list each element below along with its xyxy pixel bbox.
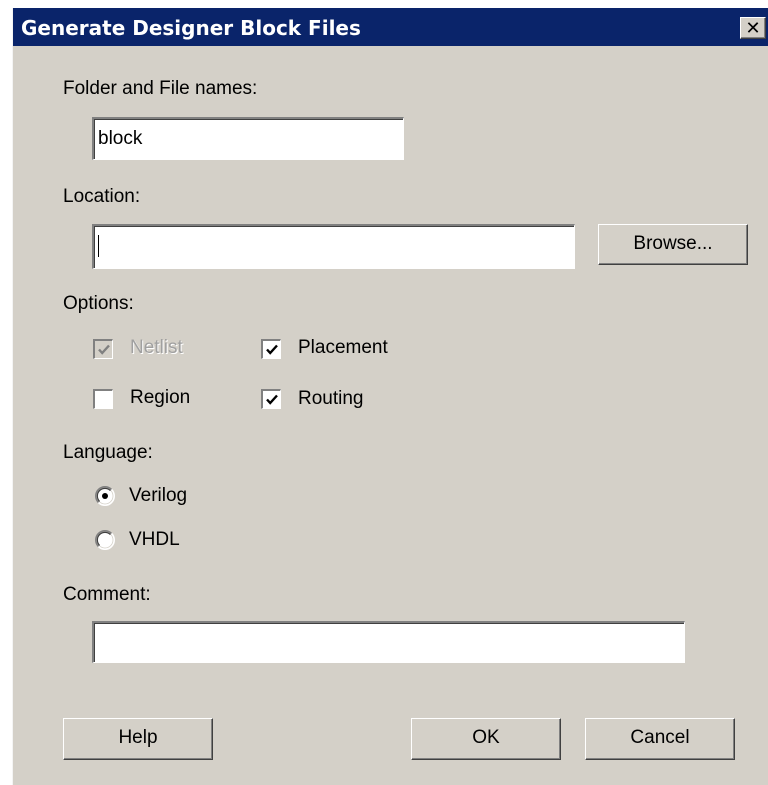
location-input[interactable] (92, 224, 575, 269)
location-label: Location: (63, 186, 141, 207)
radio-dot-icon (102, 493, 108, 499)
region-label[interactable]: Region (130, 387, 190, 409)
close-button[interactable]: ✕ (740, 17, 766, 39)
cancel-button[interactable]: Cancel (585, 718, 735, 760)
vhdl-radio[interactable] (95, 530, 115, 550)
checkmark-icon (266, 394, 278, 405)
folder-file-names-label: Folder and File names: (63, 78, 258, 99)
comment-input[interactable] (92, 621, 685, 663)
checkmark-icon (98, 344, 110, 355)
checkmark-icon (266, 344, 278, 355)
netlist-label: Netlist (130, 337, 183, 358)
language-label: Language: (63, 442, 153, 463)
verilog-radio[interactable] (95, 486, 115, 506)
placement-label[interactable]: Placement (298, 337, 388, 359)
verilog-label[interactable]: Verilog (129, 485, 187, 507)
text-caret (98, 235, 99, 257)
routing-checkbox[interactable] (261, 389, 281, 409)
generate-designer-block-files-dialog: Generate Designer Block Files ✕ Folder a… (12, 8, 768, 785)
placement-checkbox[interactable] (261, 339, 281, 359)
browse-button[interactable]: Browse... (598, 224, 748, 265)
help-button[interactable]: Help (63, 718, 213, 760)
folder-file-names-input[interactable]: block (92, 117, 404, 160)
vhdl-label[interactable]: VHDL (129, 529, 180, 551)
window-title: Generate Designer Block Files (21, 16, 361, 40)
routing-label[interactable]: Routing (298, 388, 364, 410)
comment-label: Comment: (63, 584, 151, 605)
folder-file-names-value: block (98, 128, 143, 149)
close-icon: ✕ (745, 18, 761, 38)
netlist-checkbox (93, 339, 113, 359)
title-bar[interactable]: Generate Designer Block Files ✕ (13, 8, 768, 46)
region-checkbox[interactable] (93, 389, 113, 409)
options-label: Options: (63, 293, 134, 314)
ok-button[interactable]: OK (411, 718, 561, 760)
